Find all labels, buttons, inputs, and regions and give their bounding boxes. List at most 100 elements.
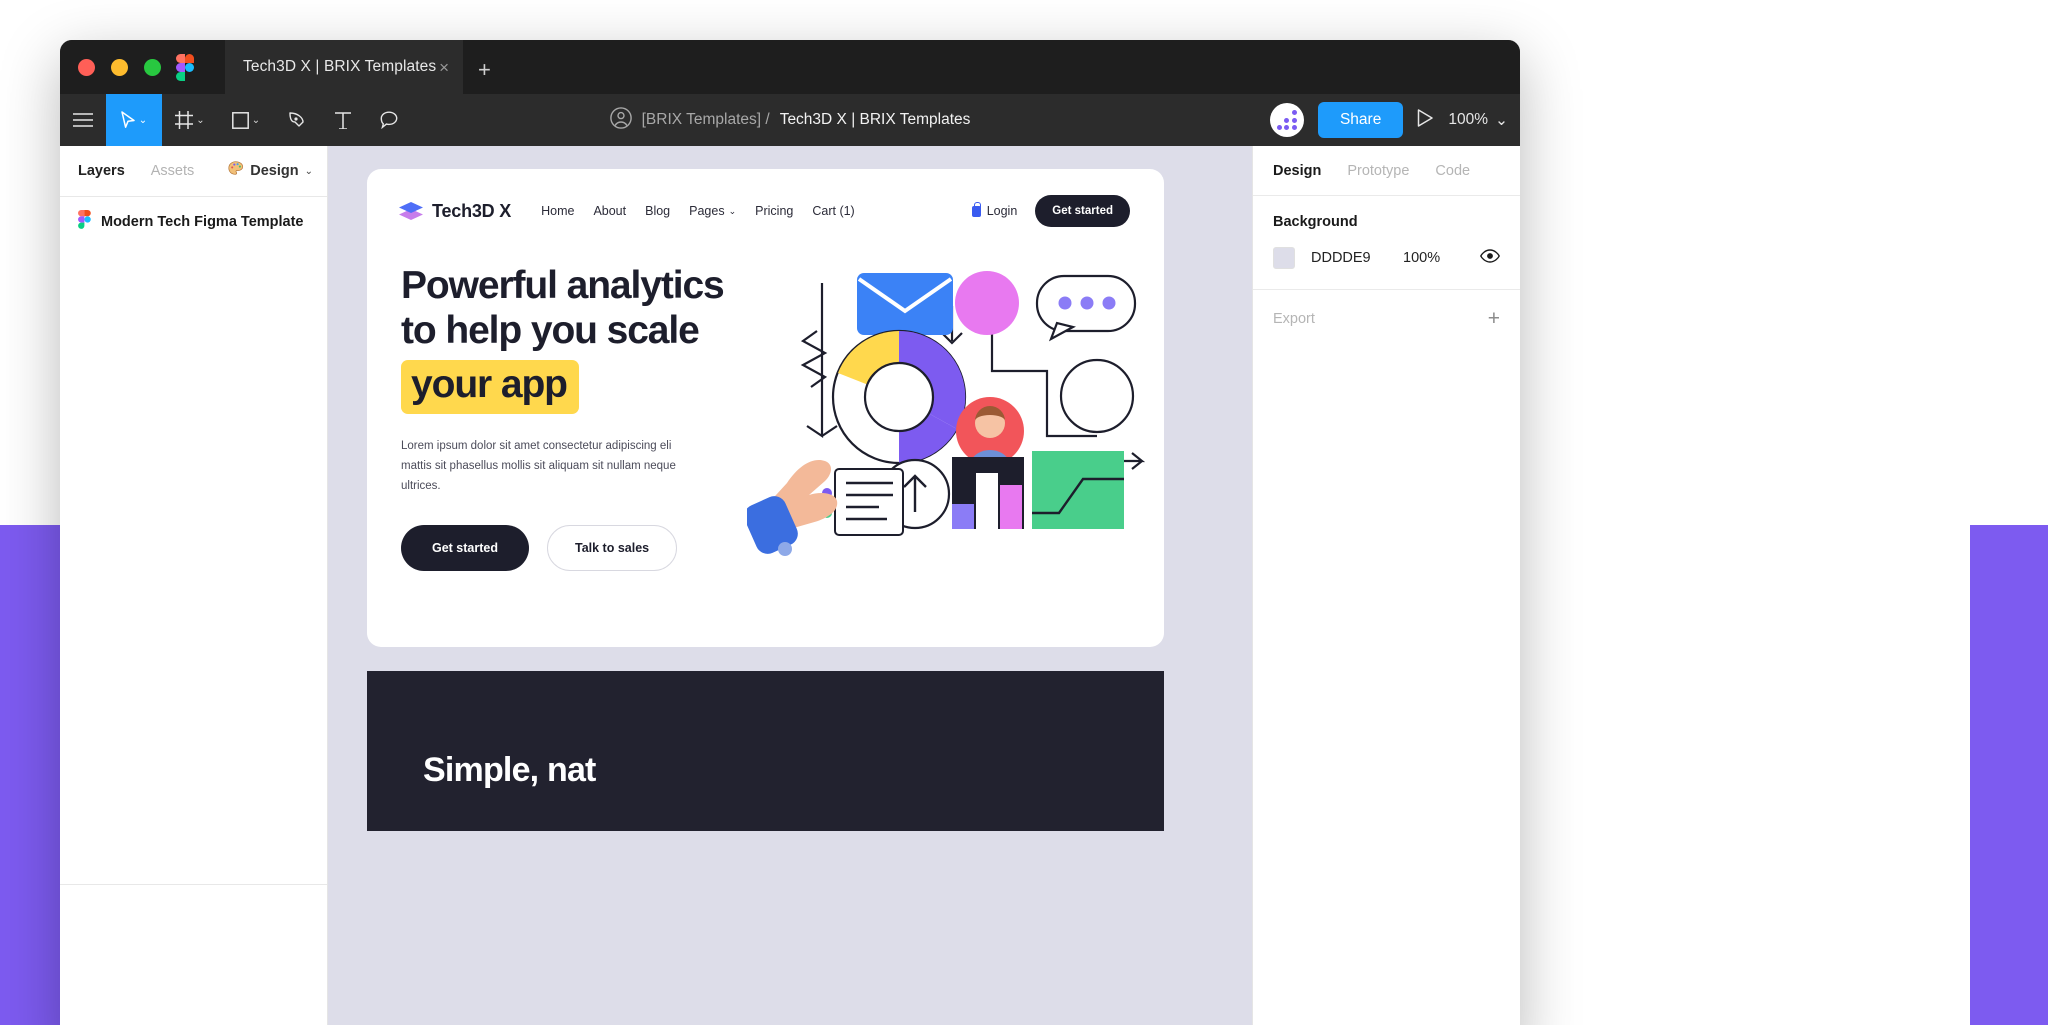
tab-design[interactable]: Design: [1273, 163, 1321, 179]
line-chart-shape: [1032, 451, 1124, 529]
comment-tool-icon[interactable]: [366, 94, 412, 146]
color-swatch[interactable]: [1273, 247, 1295, 269]
figma-logo-icon: [78, 210, 91, 234]
window-controls: [78, 59, 161, 76]
breadcrumb-team[interactable]: [BRIX Templates] /: [642, 111, 770, 129]
tab-code[interactable]: Code: [1435, 163, 1470, 179]
export-section-title: Export: [1273, 310, 1315, 327]
site-navbar: Tech3D X Home About Blog Pages ⌄ Pricing …: [367, 169, 1164, 227]
stacked-layers-logo-icon: [399, 200, 423, 222]
figma-toolbar: ⌄ ⌄ ⌄ [BRIX Templates] / Tech3D X | BRIX…: [60, 94, 1520, 146]
tab-prototype[interactable]: Prototype: [1347, 163, 1409, 179]
new-tab-button[interactable]: +: [478, 57, 491, 83]
site-nav-links: Home About Blog Pages ⌄ Pricing Cart (1): [541, 204, 855, 218]
shape-tool-icon[interactable]: ⌄: [218, 94, 274, 146]
background-hex-value[interactable]: DDDDE9: [1311, 250, 1403, 266]
artboard[interactable]: Tech3D X Home About Blog Pages ⌄ Pricing …: [367, 169, 1164, 831]
background-fill-row: DDDDE9 100%: [1273, 247, 1500, 269]
chevron-down-icon[interactable]: ⌄: [139, 115, 147, 126]
chevron-down-icon: ⌄: [728, 205, 737, 216]
share-button[interactable]: Share: [1317, 102, 1404, 138]
export-section: Export +: [1253, 290, 1520, 347]
hero-illustration: [747, 271, 1146, 556]
figma-logo-icon: [176, 54, 200, 83]
chevron-down-icon[interactable]: ⌄: [196, 115, 204, 126]
close-window-button[interactable]: [78, 59, 95, 76]
left-panel: Layers Assets Design ⌄ Modern Tech Figma…: [60, 146, 328, 1025]
nav-link-cart[interactable]: Cart (1): [812, 204, 854, 218]
text-tool-icon[interactable]: [320, 94, 366, 146]
close-icon[interactable]: ×: [439, 59, 449, 76]
site-dark-section-heading: Simple, nat: [423, 751, 596, 789]
hamburger-menu-icon[interactable]: [60, 94, 106, 146]
nav-link-blog[interactable]: Blog: [645, 204, 670, 218]
hero-heading-line1: Powerful analytics: [401, 264, 725, 307]
bar-chart-shape: [952, 457, 1024, 529]
site-logo-text: Tech3D X: [432, 200, 512, 221]
nav-link-home[interactable]: Home: [541, 204, 574, 218]
tab-layers[interactable]: Layers: [78, 163, 125, 179]
login-link[interactable]: Login: [971, 201, 1018, 218]
hero-paragraph: Lorem ipsum dolor sit amet consectetur a…: [401, 439, 676, 492]
layer-name: Modern Tech Figma Template: [101, 214, 304, 230]
nav-get-started-button[interactable]: Get started: [1035, 195, 1130, 227]
hero-heading-line2: to help you scale: [401, 309, 700, 353]
hero-heading: Powerful analytics to help you scale you…: [401, 263, 731, 414]
login-label: Login: [986, 204, 1018, 218]
tab-assets[interactable]: Assets: [151, 163, 195, 179]
browser-tab[interactable]: Tech3D X | BRIX Templates ×: [225, 40, 463, 94]
avatar[interactable]: [1269, 103, 1304, 137]
site-logo[interactable]: Tech3D X: [399, 200, 511, 222]
eye-icon[interactable]: [1480, 248, 1500, 268]
background-section-title: Background: [1273, 214, 1358, 230]
donut-chart-shape: [831, 329, 967, 465]
background-opacity-value[interactable]: 100%: [1403, 250, 1440, 266]
nav-link-about[interactable]: About: [593, 204, 626, 218]
page-root: Tech3D X | BRIX Templates × + ⌄ ⌄ ⌄ [BRI…: [0, 0, 2048, 1025]
pen-tool-icon[interactable]: [274, 94, 320, 146]
hero-buttons: Get started Talk to sales: [401, 525, 731, 572]
toolbar-right-group: Share 100% ⌄: [1269, 94, 1508, 146]
minimize-window-button[interactable]: [111, 59, 128, 76]
frame-tool-icon[interactable]: ⌄: [162, 94, 218, 146]
palette-icon: [228, 161, 244, 181]
design-switcher[interactable]: Design ⌄: [228, 161, 313, 181]
hero-talk-to-sales-button[interactable]: Talk to sales: [547, 525, 678, 572]
left-panel-tabs: Layers Assets Design ⌄: [60, 146, 327, 196]
zoom-level-dropdown[interactable]: 100% ⌄: [1448, 111, 1508, 130]
hero-get-started-button[interactable]: Get started: [401, 525, 529, 572]
background-section: Background DDDDE9 100%: [1253, 196, 1520, 290]
chevron-down-icon: ⌄: [304, 165, 313, 177]
decorative-band-right: [1970, 525, 2048, 1025]
add-export-button[interactable]: +: [1488, 308, 1500, 329]
envelope-shape: [857, 273, 953, 335]
lock-icon: [971, 201, 981, 217]
hero-content: Powerful analytics to help you scale you…: [401, 263, 731, 572]
tab-title: Tech3D X | BRIX Templates: [243, 58, 437, 75]
outline-circle-shape: [1059, 358, 1135, 434]
nav-link-pricing[interactable]: Pricing: [755, 204, 793, 218]
account-avatar-icon[interactable]: [609, 106, 632, 134]
right-panel-tabs: Design Prototype Code: [1253, 146, 1520, 196]
figma-window: Tech3D X | BRIX Templates × + ⌄ ⌄ ⌄ [BRI…: [60, 40, 1520, 1025]
window-body: Layers Assets Design ⌄ Modern Tech Figma…: [60, 146, 1520, 1025]
hand-3d-shape: [747, 459, 838, 556]
left-panel-empty-area: [60, 247, 327, 884]
maximize-window-button[interactable]: [144, 59, 161, 76]
design-switcher-label: Design: [250, 163, 299, 179]
hero-heading-highlight: your app: [401, 360, 579, 414]
chat-bubble-shape: [1035, 274, 1137, 342]
chevron-down-icon[interactable]: ⌄: [252, 115, 260, 126]
left-panel-footer: [60, 885, 327, 1025]
list-item[interactable]: Modern Tech Figma Template: [60, 197, 327, 247]
avatar-circle-shape: [956, 397, 1024, 465]
breadcrumb-file-name[interactable]: Tech3D X | BRIX Templates: [780, 111, 971, 129]
site-nav-actions: Login Get started: [971, 195, 1130, 227]
canvas[interactable]: Tech3D X Home About Blog Pages ⌄ Pricing …: [328, 146, 1252, 1025]
nav-link-pages[interactable]: Pages ⌄: [689, 204, 736, 218]
present-play-icon[interactable]: [1417, 108, 1434, 132]
zoom-level-value: 100%: [1448, 111, 1488, 128]
window-titlebar: Tech3D X | BRIX Templates × +: [60, 40, 1520, 94]
pink-circle-shape: [955, 271, 1019, 335]
move-tool-icon[interactable]: ⌄: [106, 94, 162, 146]
